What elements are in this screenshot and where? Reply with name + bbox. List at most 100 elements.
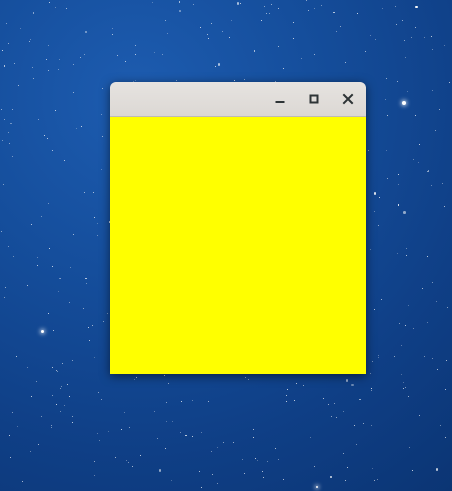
star-decoration (29, 39, 31, 41)
star-decoration (243, 473, 245, 475)
star-decoration (6, 23, 8, 25)
star-decoration (51, 394, 53, 396)
star-decoration (9, 434, 11, 436)
star-decoration (111, 28, 113, 30)
star-decoration (115, 456, 117, 458)
star-decoration (334, 402, 336, 404)
star-decoration (152, 2, 154, 4)
star-decoration (193, 4, 195, 6)
star-decoration (369, 34, 371, 36)
maximize-button[interactable] (303, 88, 325, 110)
star-decoration (68, 301, 70, 303)
minimize-button[interactable] (269, 88, 291, 110)
star-decoration (292, 22, 294, 24)
star-decoration (243, 78, 245, 80)
star-decoration (59, 277, 61, 279)
star-decoration (164, 374, 166, 376)
star-decoration (48, 248, 50, 250)
star-decoration (435, 468, 439, 471)
star-decoration (233, 442, 235, 444)
star-decoration (401, 344, 403, 346)
star-decoration (405, 387, 407, 389)
star-decoration (117, 55, 118, 57)
star-decoration (17, 426, 19, 428)
star-decoration (50, 426, 52, 428)
star-decoration (411, 470, 413, 472)
star-decoration (86, 282, 88, 284)
star-decoration (397, 184, 399, 186)
star-decoration (178, 1, 181, 3)
star-decoration (93, 216, 95, 218)
star-decoration (404, 57, 406, 59)
star-decoration (37, 265, 39, 267)
star-decoration (444, 437, 446, 439)
star-decoration (322, 398, 324, 400)
star-decoration (154, 51, 156, 53)
star-decoration (230, 20, 232, 22)
star-decoration (253, 50, 256, 52)
star-decoration (79, 56, 81, 58)
star-decoration (32, 77, 34, 79)
star-decoration (431, 90, 433, 92)
star-decoration (374, 211, 376, 213)
star-decoration (158, 469, 162, 472)
star-decoration (343, 411, 345, 413)
star-decoration (111, 33, 113, 35)
star-decoration (384, 98, 386, 100)
star-decoration (357, 12, 359, 14)
star-decoration (17, 84, 20, 87)
star-decoration (380, 299, 382, 301)
star-decoration (444, 205, 446, 207)
star-decoration (369, 373, 371, 375)
star-decoration (72, 422, 74, 424)
star-decoration (200, 432, 202, 434)
window-content-area[interactable] (110, 117, 366, 374)
star-decoration (84, 30, 88, 34)
star-decoration (185, 434, 187, 437)
star-decoration (132, 465, 134, 467)
star-decoration (166, 33, 168, 35)
star-decoration (344, 62, 346, 64)
star-decoration (164, 19, 166, 21)
star-decoration (448, 81, 450, 83)
star-decoration (239, 2, 241, 4)
star-decoration (72, 416, 74, 418)
star-decoration (408, 447, 410, 449)
star-decoration (180, 432, 182, 434)
star-decoration (248, 378, 249, 380)
star-decoration (51, 265, 53, 267)
star-decoration (370, 249, 372, 251)
star-decoration (404, 39, 406, 41)
star-decoration (124, 60, 126, 62)
star-decoration (3, 65, 6, 67)
star-decoration (403, 211, 406, 214)
star-decoration (236, 2, 240, 5)
close-button[interactable] (337, 88, 359, 110)
window-titlebar[interactable] (110, 82, 366, 117)
star-decoration (345, 379, 349, 382)
star-decoration (406, 91, 408, 93)
star-decoration (38, 444, 40, 446)
star-decoration (7, 245, 9, 247)
star-decoration (30, 223, 32, 225)
star-decoration (296, 383, 298, 385)
star-decoration (128, 426, 130, 428)
star-decoration (308, 9, 310, 11)
star-decoration (314, 8, 316, 10)
star-decoration (211, 451, 213, 453)
star-decoration (432, 357, 434, 359)
star-decoration (303, 385, 305, 387)
star-decoration (61, 362, 63, 364)
star-decoration (427, 169, 429, 171)
minimize-icon (275, 101, 285, 103)
star-decoration (69, 396, 71, 398)
star-decoration (430, 35, 432, 37)
star-decoration (97, 234, 99, 236)
star-decoration (41, 415, 43, 417)
star-decoration (72, 63, 74, 65)
star-decoration (374, 308, 376, 310)
star-decoration (301, 58, 303, 60)
star-decoration (8, 142, 10, 144)
star-decoration (165, 402, 167, 404)
star-decoration (2, 183, 4, 185)
